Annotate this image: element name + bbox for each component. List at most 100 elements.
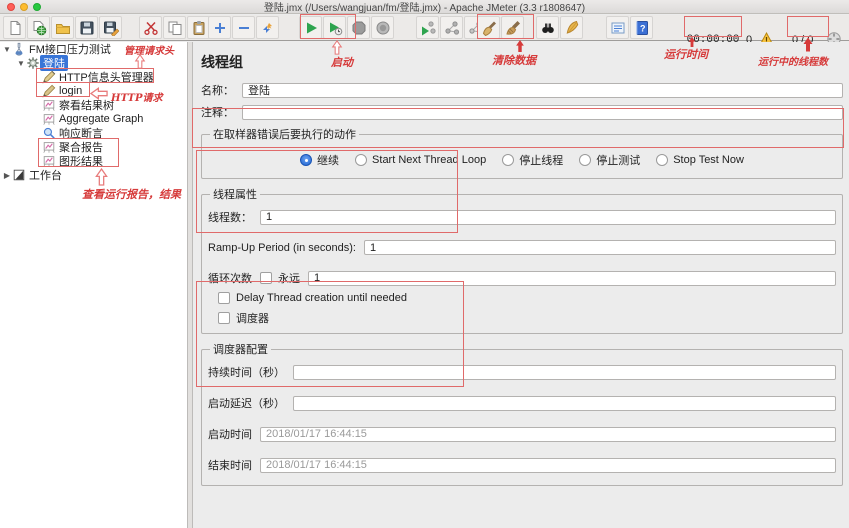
radio-label: 停止测试 <box>596 152 640 168</box>
delay-thread-creation-label: Delay Thread creation until needed <box>236 292 407 304</box>
copy-button[interactable] <box>163 16 186 39</box>
expand-all-button[interactable] <box>208 16 231 39</box>
start-time-input[interactable] <box>260 427 836 442</box>
remote-start-all-button[interactable] <box>440 16 463 39</box>
radio-label: 停止线程 <box>519 152 563 168</box>
save-as-icon <box>103 20 119 36</box>
copy-icon <box>167 20 183 36</box>
tree-item-图形结果[interactable]: 图形结果 <box>0 154 187 168</box>
search-reset-icon <box>564 20 580 36</box>
stop-icon <box>351 20 367 36</box>
radio-start-next-thread-loop[interactable]: Start Next Thread Loop <box>355 154 486 166</box>
radio-stop-test-now[interactable]: Stop Test Now <box>656 154 744 166</box>
tree-item-label: HTTP信息头管理器 <box>56 69 157 85</box>
scheduler-config-legend: 调度器配置 <box>210 341 271 357</box>
startup-delay-input[interactable] <box>293 396 836 411</box>
collapse-all-button[interactable] <box>232 16 255 39</box>
toolbar-group-3 <box>299 16 394 39</box>
paste-icon <box>191 20 207 36</box>
remote-start-all-icon <box>444 20 460 36</box>
startup-delay-label: 启动延迟（秒） <box>208 395 285 411</box>
scheduler-checkbox[interactable] <box>218 312 230 324</box>
shutdown-icon <box>375 20 391 36</box>
start-no-pauses-button[interactable] <box>323 16 346 39</box>
cut-icon <box>143 20 159 36</box>
end-time-input[interactable] <box>260 458 836 473</box>
http-request-icon <box>42 85 56 98</box>
test-plan-icon <box>12 43 26 56</box>
search-button[interactable] <box>536 16 559 39</box>
new-file-icon <box>7 20 23 36</box>
radio-selected-icon[interactable] <box>300 154 312 166</box>
radio-unselected-icon[interactable] <box>656 154 668 166</box>
tree-item-FM接口压力测试[interactable]: ▼FM接口压力测试 <box>0 42 187 56</box>
toggle-button[interactable] <box>256 16 279 39</box>
scheduler-config-fieldset: 调度器配置 持续时间（秒） 启动延迟（秒） 启动时间 结束时间 <box>201 341 843 486</box>
end-time-label: 结束时间 <box>208 457 252 473</box>
start-icon <box>303 20 319 36</box>
tree-item-工作台[interactable]: ▶ 工作台 <box>0 168 187 182</box>
tree-item-察看结果树[interactable]: 察看结果树 <box>0 98 187 112</box>
duration-input[interactable] <box>293 365 836 380</box>
tree-item-响应断言[interactable]: 响应断言 <box>0 126 187 140</box>
workbench-icon <box>12 169 26 182</box>
open-folder-button[interactable] <box>51 16 74 39</box>
expander-icon[interactable]: ▶ <box>2 171 12 180</box>
clear-all-button[interactable] <box>501 16 524 39</box>
toolbar-group-1 <box>139 16 210 39</box>
radio-continue[interactable]: 继续 <box>300 152 339 168</box>
clear-button[interactable] <box>477 16 500 39</box>
tree-item-login[interactable]: login <box>0 84 187 98</box>
help-button[interactable]: ? <box>630 16 653 39</box>
thread-properties-fieldset: 线程属性 线程数： Ramp-Up Period (in seconds): 循… <box>201 186 843 334</box>
open-folder-icon <box>55 20 71 36</box>
radio-unselected-icon[interactable] <box>502 154 514 166</box>
paste-button[interactable] <box>187 16 210 39</box>
function-helper-button[interactable] <box>606 16 629 39</box>
comment-label: 注释： <box>201 104 234 120</box>
radio-停止线程[interactable]: 停止线程 <box>502 152 563 168</box>
expander-icon[interactable]: ▼ <box>16 59 26 68</box>
delay-thread-creation-checkbox[interactable] <box>218 292 230 304</box>
rampup-label: Ramp-Up Period (in seconds): <box>208 242 356 254</box>
start-button[interactable] <box>299 16 322 39</box>
tree-item-HTTP信息头管理器[interactable]: HTTP信息头管理器 <box>0 70 187 84</box>
collapse-all-icon <box>236 20 252 36</box>
cut-button[interactable] <box>139 16 162 39</box>
radio-unselected-icon[interactable] <box>355 154 367 166</box>
start-time-label: 启动时间 <box>208 426 252 442</box>
templates-button[interactable] <box>27 16 50 39</box>
titlebar: 登陆.jmx (/Users/wangjuan/fm/登陆.jmx) - Apa… <box>0 0 849 14</box>
name-input[interactable] <box>242 83 843 98</box>
tree-item-label: 工作台 <box>26 167 65 183</box>
svg-text:?: ? <box>640 23 646 33</box>
forever-checkbox[interactable] <box>260 272 272 284</box>
expander-icon[interactable]: ▼ <box>2 45 12 54</box>
search-reset-button[interactable] <box>560 16 583 39</box>
save-button[interactable] <box>75 16 98 39</box>
thread-group-panel: 线程组 名称： 注释： 在取样器错误后要执行的动作 继续Start Next T… <box>193 42 849 528</box>
radio-停止测试[interactable]: 停止测试 <box>579 152 640 168</box>
start-no-pauses-icon <box>327 20 343 36</box>
threads-input[interactable] <box>260 210 836 225</box>
thread-group-icon <box>26 57 40 70</box>
search-icon <box>540 20 556 36</box>
clear-icon <box>481 20 497 36</box>
listener-icon <box>42 141 56 154</box>
tree-item-聚合报告[interactable]: 聚合报告 <box>0 140 187 154</box>
tree-item-登陆[interactable]: ▼登陆 <box>0 56 187 70</box>
tree-item-label: login <box>56 85 85 97</box>
radio-label: Stop Test Now <box>673 154 744 166</box>
save-as-button[interactable] <box>99 16 122 39</box>
tree-item-label: 察看结果树 <box>56 97 117 113</box>
remote-start-button[interactable] <box>416 16 439 39</box>
scheduler-label: 调度器 <box>236 310 269 326</box>
loop-count-input[interactable] <box>308 271 836 286</box>
shutdown-button[interactable] <box>371 16 394 39</box>
stop-button[interactable] <box>347 16 370 39</box>
new-file-button[interactable] <box>3 16 26 39</box>
rampup-input[interactable] <box>364 240 836 255</box>
comment-input[interactable] <box>242 105 843 120</box>
radio-unselected-icon[interactable] <box>579 154 591 166</box>
tree-item-Aggregate Graph[interactable]: Aggregate Graph <box>0 112 187 126</box>
